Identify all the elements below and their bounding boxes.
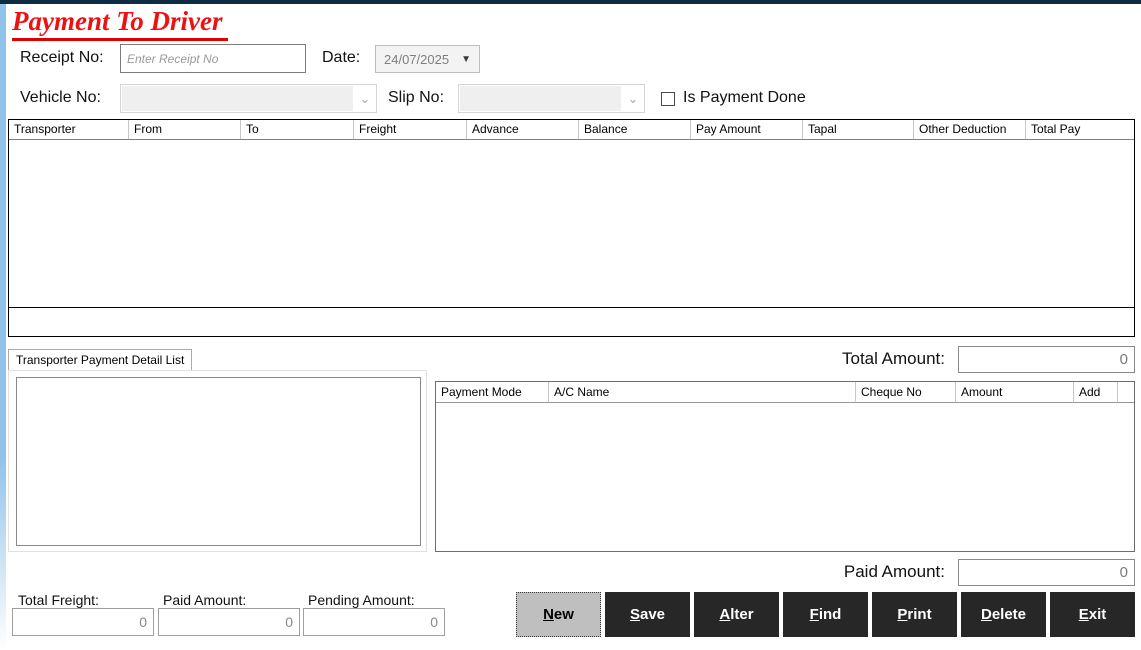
paid-amount-input[interactable] xyxy=(958,559,1135,586)
save-button[interactable]: Save xyxy=(605,592,690,637)
tab-transporter-payment-detail-list[interactable]: Transporter Payment Detail List xyxy=(8,349,192,370)
paid-amount-summary-label: Paid Amount: xyxy=(163,592,246,608)
slip-no-value xyxy=(460,86,621,111)
paid-amount-label: Paid Amount: xyxy=(700,562,945,582)
column-header[interactable]: Other Deduction xyxy=(914,120,1026,139)
alter-button[interactable]: Alter xyxy=(694,592,779,637)
freight-table[interactable]: Transporter From To Freight Advance Bala… xyxy=(8,119,1135,337)
column-header[interactable]: Cheque No xyxy=(856,382,956,403)
column-header[interactable]: Amount xyxy=(956,382,1074,403)
column-header[interactable]: To xyxy=(241,120,354,139)
freight-table-body[interactable] xyxy=(9,140,1134,307)
date-value: 24/07/2025 xyxy=(384,52,449,67)
chevron-down-icon: ⌄ xyxy=(622,85,644,112)
pending-amount-label: Pending Amount: xyxy=(308,592,415,608)
payment-table[interactable]: Payment Mode A/C Name Cheque No Amount A… xyxy=(435,381,1135,552)
total-freight-label: Total Freight: xyxy=(18,592,99,608)
date-picker[interactable]: 24/07/2025 ▼ xyxy=(375,45,480,73)
button-accesskey: N xyxy=(543,606,554,623)
window-top-bar xyxy=(0,0,1141,4)
button-label: rint xyxy=(907,606,931,623)
button-label: ave xyxy=(640,606,665,623)
button-label: ind xyxy=(819,606,842,623)
column-header[interactable]: Freight xyxy=(354,120,467,139)
vehicle-no-value xyxy=(122,86,353,111)
new-button[interactable]: New xyxy=(516,592,601,637)
column-header[interactable]: Transporter xyxy=(9,120,129,139)
exit-button[interactable]: Exit xyxy=(1050,592,1135,637)
total-freight-input[interactable] xyxy=(12,608,154,636)
button-label: xit xyxy=(1089,606,1107,623)
is-payment-done-checkbox[interactable] xyxy=(661,92,675,106)
is-payment-done-label: Is Payment Done xyxy=(683,89,806,107)
detail-tab-page xyxy=(8,370,427,552)
find-button[interactable]: Find xyxy=(783,592,868,637)
column-header[interactable]: Payment Mode xyxy=(436,382,549,403)
column-header[interactable]: From xyxy=(129,120,241,139)
vehicle-no-select[interactable]: ⌄ xyxy=(120,84,377,113)
window-left-border xyxy=(0,4,6,650)
freight-table-header: Transporter From To Freight Advance Bala… xyxy=(9,120,1134,140)
button-accesskey: S xyxy=(630,606,640,623)
column-header[interactable]: Tapal xyxy=(803,120,914,139)
slip-no-label: Slip No: xyxy=(388,89,444,107)
button-accesskey: D xyxy=(981,606,992,623)
delete-button[interactable]: Delete xyxy=(961,592,1046,637)
total-amount-label: Total Amount: xyxy=(700,349,945,369)
vehicle-no-label: Vehicle No: xyxy=(20,89,101,107)
button-label: lter xyxy=(730,606,753,623)
paid-amount-summary-input[interactable] xyxy=(158,608,300,636)
receipt-no-label: Receipt No: xyxy=(20,49,104,67)
column-header[interactable]: Add xyxy=(1074,382,1118,403)
date-dropdown-icon: ▼ xyxy=(461,54,471,65)
print-button[interactable]: Print xyxy=(872,592,957,637)
button-label: ew xyxy=(554,606,574,623)
button-accesskey: A xyxy=(719,606,730,623)
pending-amount-input[interactable] xyxy=(303,608,445,636)
column-header[interactable]: A/C Name xyxy=(549,382,856,403)
page-title: Payment To Driver xyxy=(12,6,228,41)
transporter-payment-detail-listbox[interactable] xyxy=(16,377,421,546)
slip-no-select[interactable]: ⌄ xyxy=(458,84,645,113)
chevron-down-icon: ⌄ xyxy=(354,85,376,112)
total-amount-input[interactable] xyxy=(958,346,1135,373)
column-header[interactable]: Advance xyxy=(467,120,579,139)
button-accesskey: P xyxy=(897,606,907,623)
column-header[interactable]: Balance xyxy=(579,120,691,139)
freight-table-footer xyxy=(9,307,1134,334)
button-label: elete xyxy=(992,606,1026,623)
payment-table-header: Payment Mode A/C Name Cheque No Amount A… xyxy=(436,382,1134,403)
column-header[interactable]: Total Pay xyxy=(1026,120,1134,139)
button-accesskey: E xyxy=(1079,606,1089,623)
button-accesskey: F xyxy=(810,606,819,623)
header-filler xyxy=(1118,382,1134,403)
receipt-no-input[interactable] xyxy=(120,44,306,73)
column-header[interactable]: Pay Amount xyxy=(691,120,803,139)
date-label: Date: xyxy=(322,49,360,67)
